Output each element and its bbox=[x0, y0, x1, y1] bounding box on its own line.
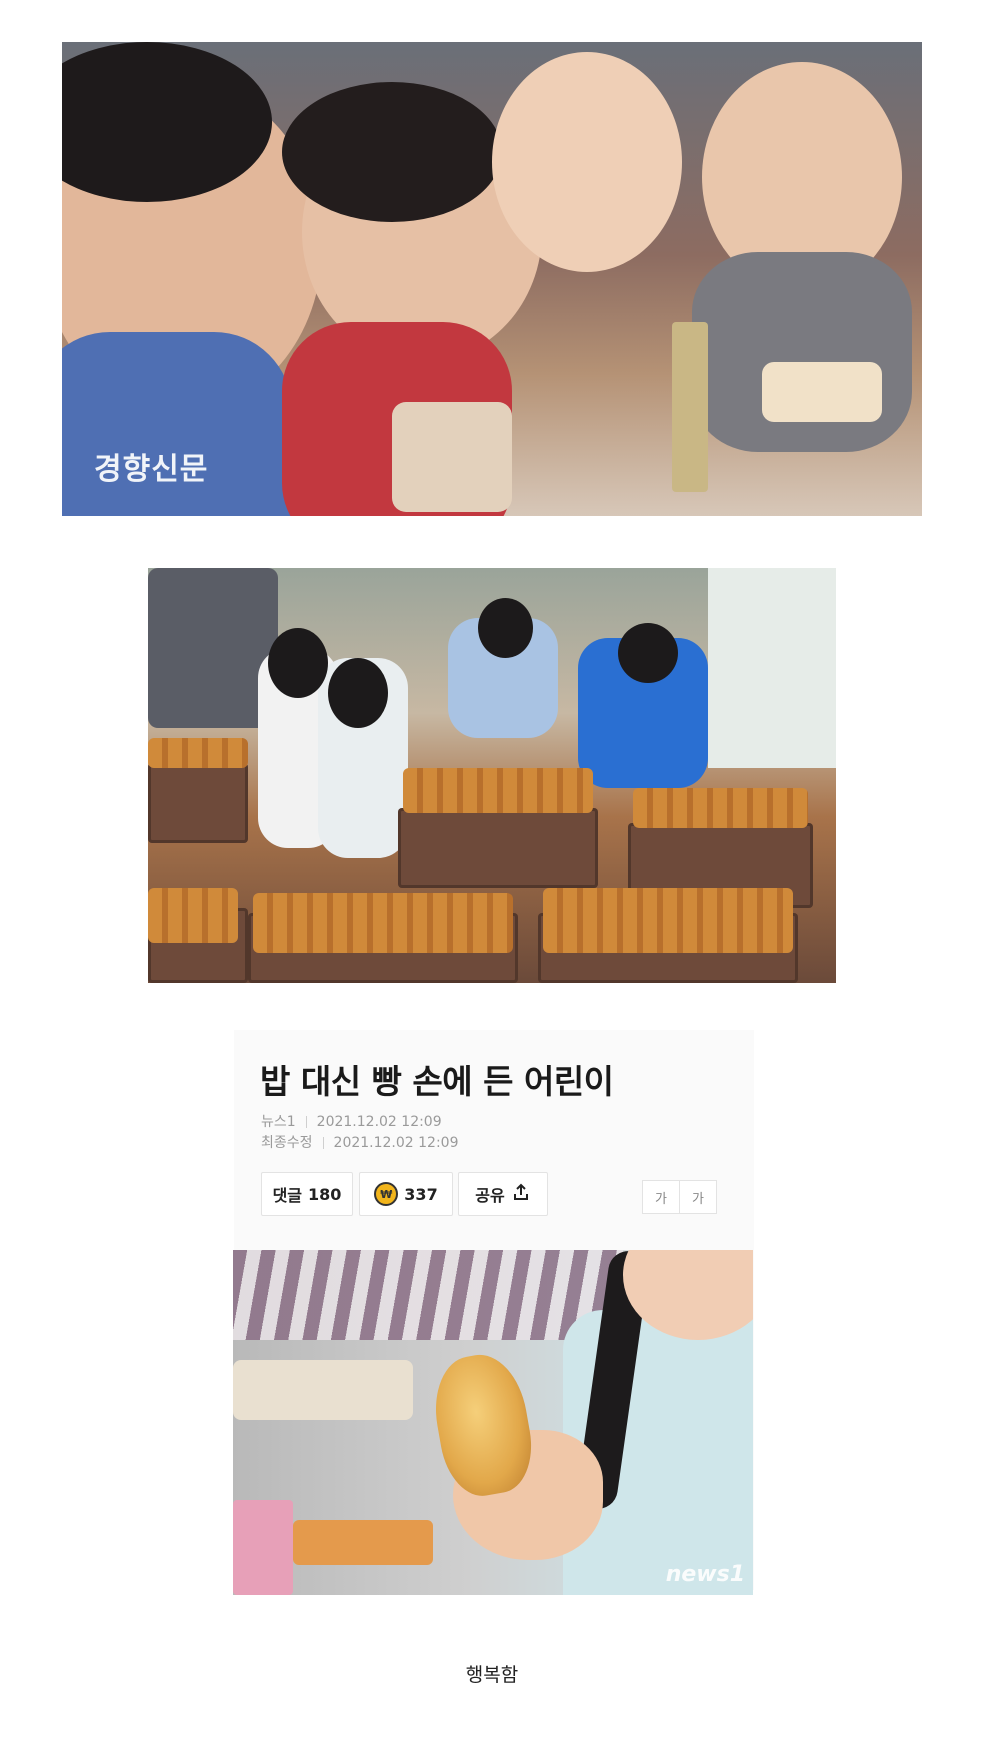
news1-logo: news1 bbox=[665, 1562, 745, 1587]
share-label: 공유 bbox=[475, 1186, 505, 1205]
watermark-text: 경향신문 bbox=[94, 452, 209, 487]
comments-label: 댓글 bbox=[272, 1186, 303, 1205]
comments-button[interactable]: 댓글 180 bbox=[261, 1172, 353, 1216]
news-photo-bread-crates bbox=[148, 568, 836, 983]
share-button[interactable]: 공유 bbox=[458, 1172, 548, 1216]
article-headline: 밥 대신 빵 손에 든 어린이 bbox=[260, 1062, 614, 1101]
reaction-button[interactable]: ₩ 337 bbox=[359, 1172, 453, 1216]
post-caption: 행복함 bbox=[465, 1664, 519, 1686]
font-size-large-button[interactable]: 가 bbox=[679, 1180, 717, 1214]
modified-label: 최종수정 bbox=[261, 1135, 313, 1151]
comments-count: 180 bbox=[308, 1184, 342, 1204]
article-source: 뉴스1 bbox=[261, 1114, 296, 1130]
article-modified-line: 최종수정 2021.12.02 12:09 bbox=[261, 1132, 459, 1152]
reaction-count: 337 bbox=[404, 1184, 438, 1204]
article-card: 밥 대신 빵 손에 든 어린이 뉴스1 2021.12.02 12:09 최종수정… bbox=[233, 1030, 754, 1595]
published-date: 2021.12.02 12:09 bbox=[316, 1114, 442, 1130]
modified-date: 2021.12.02 12:09 bbox=[333, 1135, 459, 1151]
article-photo-child-with-bread: news1 bbox=[233, 1250, 753, 1595]
share-upload-icon bbox=[511, 1182, 531, 1206]
coin-reaction-icon: ₩ bbox=[374, 1182, 399, 1206]
font-size-small-button[interactable]: 가 bbox=[642, 1180, 680, 1214]
article-source-line: 뉴스1 2021.12.02 12:09 bbox=[261, 1111, 442, 1131]
news-photo-children-eating: 경향신문 bbox=[62, 42, 922, 516]
